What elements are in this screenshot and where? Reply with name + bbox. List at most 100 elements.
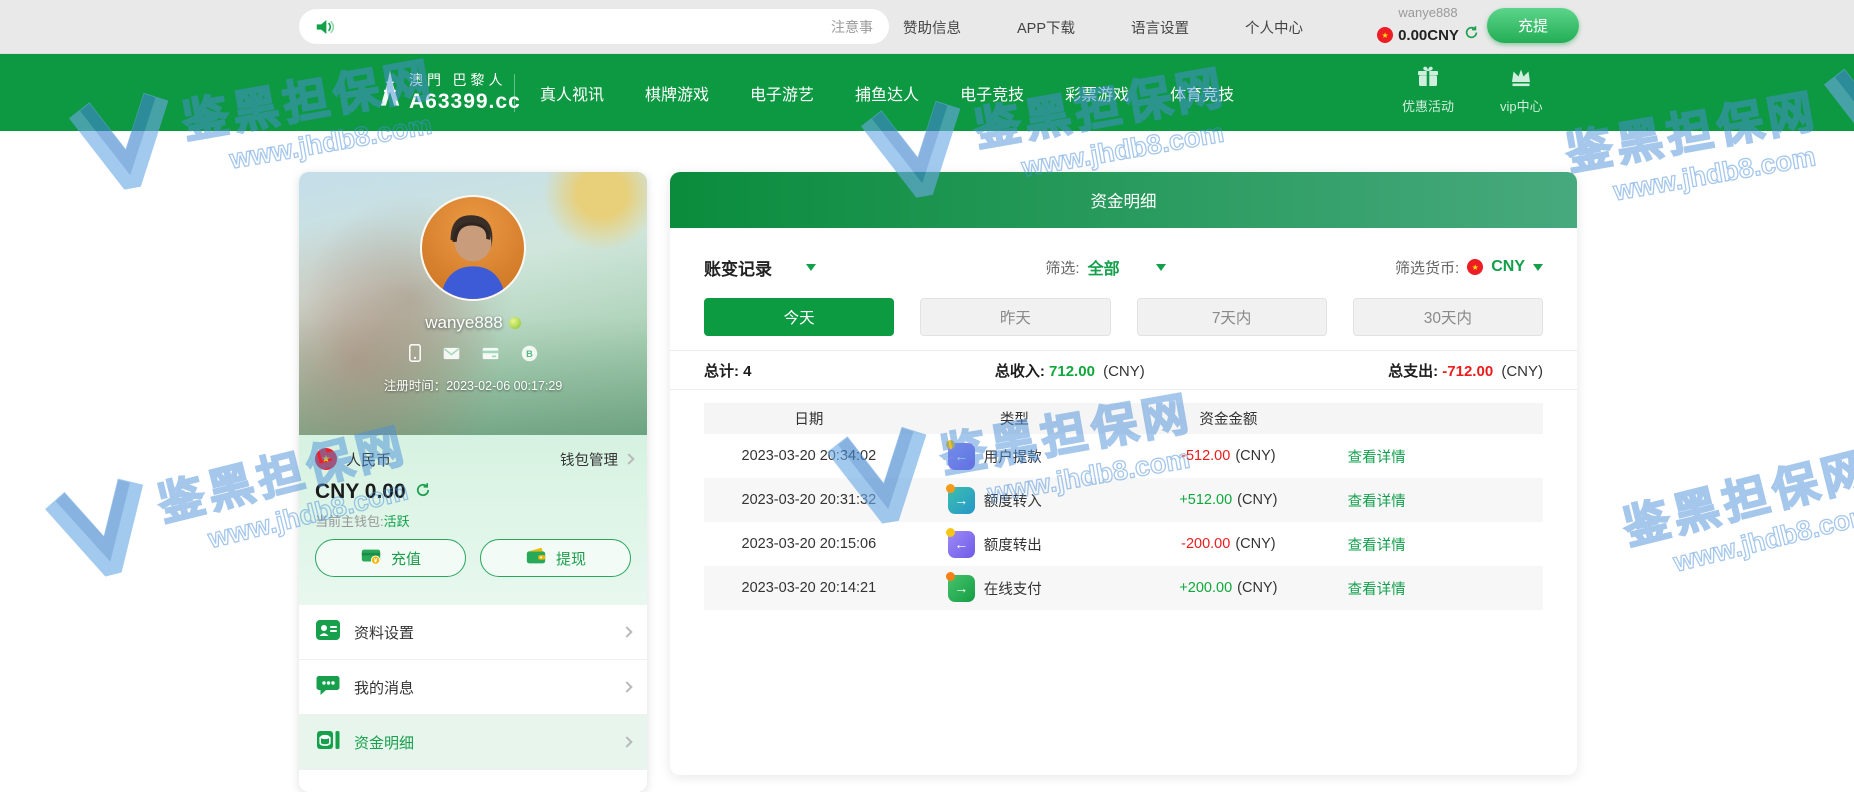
mail-icon xyxy=(443,347,460,365)
menu-item-fund-details[interactable]: 资金明细 xyxy=(299,715,647,770)
row-amount-currency: (CNY) xyxy=(1237,492,1277,508)
row-date: 2023-03-20 20:31:32 xyxy=(704,492,914,508)
chevron-down-icon xyxy=(806,264,816,276)
filter-row: 账变记录 筛选: 全部 筛选货币: ★ CNY xyxy=(670,236,1577,298)
top-link-app-download[interactable]: APP下载 xyxy=(1017,17,1075,38)
nav-items: 真人视讯 棋牌游戏 电子游艺 捕鱼达人 电子竞技 彩票游戏 体育竞技 xyxy=(540,54,1234,131)
wallet-refresh-icon[interactable] xyxy=(415,480,431,504)
nav-item-vip-center[interactable]: vip中心 xyxy=(1500,65,1543,115)
view-details-link[interactable]: 查看详情 xyxy=(1348,450,1406,466)
main-wallet-label: 当前主钱包: xyxy=(315,514,384,529)
transaction-type-icon: ← xyxy=(948,443,975,470)
refresh-balance-icon[interactable] xyxy=(1464,25,1479,45)
speaker-icon xyxy=(315,18,336,36)
view-details-link[interactable]: 查看详情 xyxy=(1348,538,1406,554)
summary-total: 总计: 4 xyxy=(704,360,752,381)
row-amount-currency: (CNY) xyxy=(1235,536,1275,552)
row-amount-currency: (CNY) xyxy=(1237,580,1277,596)
withdraw-button[interactable]: 提现 xyxy=(480,539,631,577)
summary-row: 总计: 4 总收入: 712.00 (CNY) 总支出: -712.00 (CN… xyxy=(670,350,1577,390)
nav-item-promotions[interactable]: 优惠活动 xyxy=(1402,65,1454,115)
deposit-label: 充值 xyxy=(391,548,421,569)
logo-line2: A63399.cc xyxy=(409,90,521,114)
nav-item-slots[interactable]: 电子游艺 xyxy=(750,81,814,105)
row-amount: -200.00 (CNY) xyxy=(1115,536,1342,552)
nav-item-board-games[interactable]: 棋牌游戏 xyxy=(645,81,709,105)
transactions-table: 日期 类型 资金金额 2023-03-20 20:34:02 ← 用户提款 -5… xyxy=(704,403,1543,610)
table-row: 2023-03-20 20:31:32 → 额度转入 +512.00(CNY) … xyxy=(704,478,1543,522)
wallet-manage-label: 钱包管理 xyxy=(560,449,618,470)
wallet-section: ★ 人民币 钱包管理 CNY 0.00 当前主钱包:活跃 ¥ 充值 提现 xyxy=(299,435,647,605)
row-type: → 在线支付 xyxy=(914,575,1115,602)
nav-item-sports[interactable]: 体育竞技 xyxy=(1170,81,1234,105)
nav-divider xyxy=(514,74,515,112)
filter-label: 筛选: xyxy=(1045,257,1079,278)
currency-filter-value: CNY xyxy=(1491,258,1525,276)
row-type-label: 额度转入 xyxy=(984,490,1042,511)
deposit-card-icon: ¥ xyxy=(360,545,382,571)
nav-item-esports[interactable]: 电子竞技 xyxy=(960,81,1024,105)
currency-name: 人民币 xyxy=(346,449,391,470)
recharge-withdraw-button[interactable]: 充提 xyxy=(1487,8,1579,43)
transaction-type-icon: → xyxy=(948,487,975,514)
transaction-type-icon: ← xyxy=(948,531,975,558)
wallet-manage-link[interactable]: 钱包管理 xyxy=(560,449,633,470)
eiffel-tower-icon xyxy=(378,67,402,116)
row-type-label: 在线支付 xyxy=(984,578,1042,599)
logo-line1: 澳門 巴黎人 xyxy=(409,70,521,90)
profile-username: wanye888 xyxy=(299,313,647,333)
rmb-flag-icon: ★ xyxy=(315,448,337,470)
nav-right: 优惠活动 vip中心 xyxy=(1402,65,1543,115)
nav-item-fishing[interactable]: 捕鱼达人 xyxy=(855,81,919,105)
row-date: 2023-03-20 20:34:02 xyxy=(704,448,914,464)
profile-hero: wanye888 B 注册时间：2023-02-06 00:17:29 xyxy=(299,172,647,435)
filter-value: 全部 xyxy=(1088,255,1120,279)
tab-today[interactable]: 今天 xyxy=(704,298,894,336)
row-amount-value: -512.00 xyxy=(1181,448,1230,464)
chevron-right-icon xyxy=(621,681,632,692)
top-link-sponsor[interactable]: 赞助信息 xyxy=(903,17,961,38)
ledger-icon xyxy=(315,727,341,757)
date-range-tabs: 今天 昨天 7天内 30天内 xyxy=(670,298,1577,336)
panel-title: 资金明细 xyxy=(670,172,1577,228)
tab-7-days[interactable]: 7天内 xyxy=(1137,298,1327,336)
main-wallet-status: 活跃 xyxy=(384,514,410,529)
topbar-username: wanye888 xyxy=(1378,4,1478,22)
menu-item-my-messages[interactable]: 我的消息 xyxy=(299,660,647,715)
row-amount: -512.00(CNY) xyxy=(1115,448,1342,464)
menu-label: 我的消息 xyxy=(354,677,414,698)
tab-yesterday[interactable]: 昨天 xyxy=(920,298,1110,336)
marquee-text: 注意事 xyxy=(831,17,873,37)
profile-card: wanye888 B 注册时间：2023-02-06 00:17:29 ★ 人民… xyxy=(299,172,647,792)
profile-contact-icons: B xyxy=(299,344,647,367)
cny-flag-icon: ★ xyxy=(1377,27,1393,43)
record-type-dropdown[interactable]: 账变记录 xyxy=(704,255,816,280)
header-date: 日期 xyxy=(704,408,914,429)
header-type: 类型 xyxy=(914,408,1115,429)
transaction-type-icon: → xyxy=(948,575,975,602)
nav-item-lottery[interactable]: 彩票游戏 xyxy=(1065,81,1129,105)
tab-30-days[interactable]: 30天内 xyxy=(1353,298,1543,336)
view-details-link[interactable]: 查看详情 xyxy=(1348,494,1406,510)
svg-text:B: B xyxy=(526,349,533,359)
watermark: 鉴黑担保网www.jhdb8.com xyxy=(1616,405,1854,588)
top-link-language[interactable]: 语言设置 xyxy=(1131,17,1189,38)
site-logo[interactable]: 澳門 巴黎人 A63399.cc xyxy=(378,67,521,116)
row-amount: +512.00(CNY) xyxy=(1115,492,1342,508)
menu-item-profile-settings[interactable]: 资料设置 xyxy=(299,605,647,660)
withdraw-label: 提现 xyxy=(556,548,586,569)
filter-dropdown[interactable]: 筛选: 全部 xyxy=(1045,255,1165,279)
row-date: 2023-03-20 20:14:21 xyxy=(704,580,914,596)
table-body: 2023-03-20 20:34:02 ← 用户提款 -512.00(CNY) … xyxy=(704,434,1543,610)
view-details-link[interactable]: 查看详情 xyxy=(1348,582,1406,598)
currency-filter-dropdown[interactable]: 筛选货币: ★ CNY xyxy=(1395,257,1543,278)
chevron-right-icon xyxy=(623,453,634,464)
row-amount-value: -200.00 xyxy=(1181,536,1230,552)
top-link-personal-center[interactable]: 个人中心 xyxy=(1245,17,1303,38)
vip-label: vip中心 xyxy=(1500,96,1543,115)
nav-item-live-casino[interactable]: 真人视讯 xyxy=(540,81,604,105)
cny-flag-icon: ★ xyxy=(1467,259,1483,275)
topbar-balance: 0.00CNY xyxy=(1398,27,1459,44)
bitcoin-icon: B xyxy=(521,345,538,367)
deposit-button[interactable]: ¥ 充值 xyxy=(315,539,466,577)
